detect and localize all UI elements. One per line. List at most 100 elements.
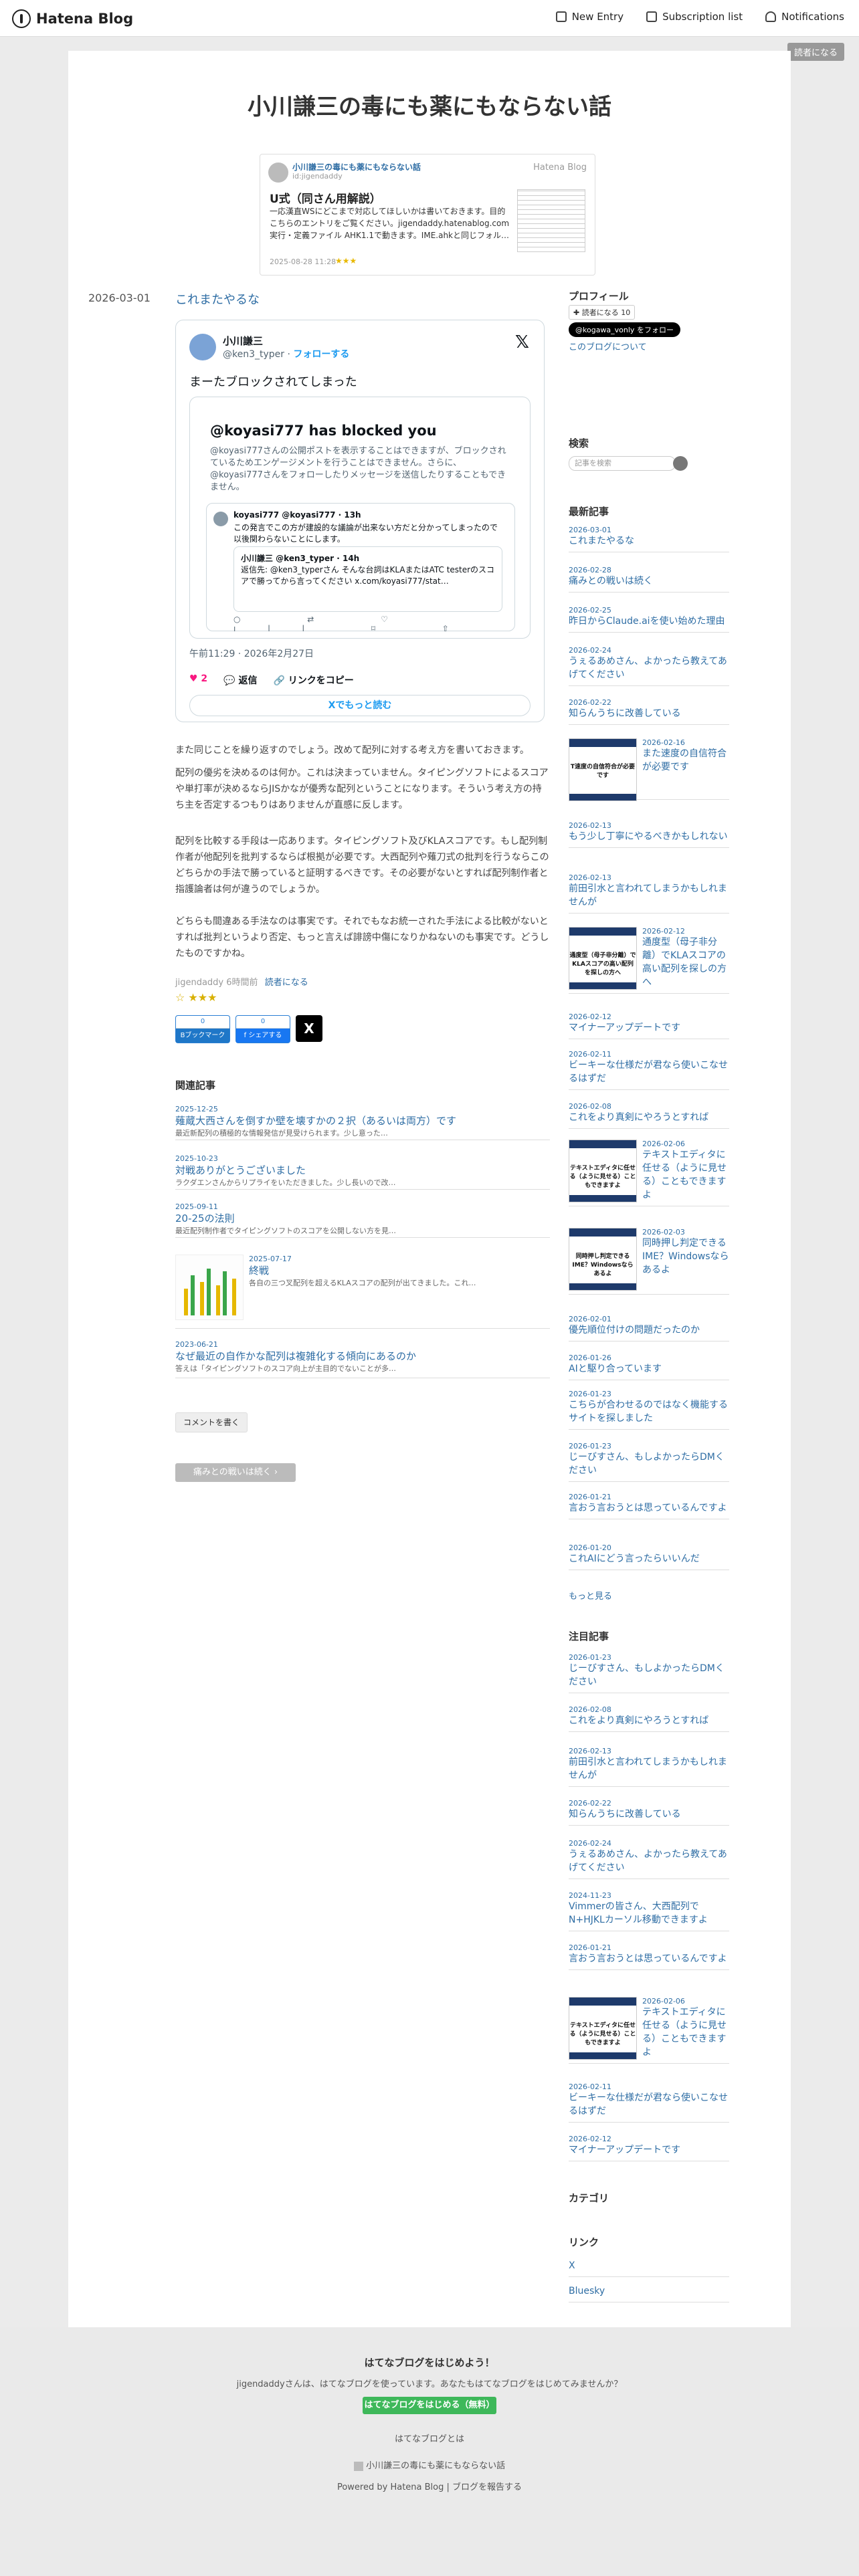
recent-item[interactable]: 2026-01-26 AIと駆り合っています	[569, 1354, 729, 1380]
recent-title[interactable]: AIと駆り合っています	[569, 1362, 729, 1376]
recent-title[interactable]: 通度型（母子非分離）でKLAスコアの高い配列を探しの方へ	[642, 936, 729, 989]
recent-item[interactable]: 2026-02-24 うぇるあめさん、よかったら教えてあげてください	[569, 646, 729, 686]
card-blog-name[interactable]: 小川謙三の毒にも薬にもならない話	[292, 161, 421, 173]
recent-title[interactable]: マイナーアップデートです	[569, 1021, 729, 1035]
recent-item[interactable]: 通度型（母子非分離）でKLAスコアの高い配列を探しの方へ 2026-02-12 通度…	[569, 927, 729, 994]
link-label[interactable]: Bluesky	[569, 2284, 729, 2298]
popular-title[interactable]: じーびすさん、もしよかったらDMください	[569, 1662, 729, 1689]
popular-item[interactable]: 2026-02-22 知らんうちに改善している	[569, 1799, 729, 1826]
recent-item[interactable]: 2026-01-21 言おう言おうとは思っているんですよ	[569, 1493, 729, 1519]
recent-item[interactable]: 2026-02-08 これをより真剣にやろうとすれば	[569, 1102, 729, 1129]
popular-item[interactable]: 2026-02-12 マイナーアップデートです	[569, 2135, 729, 2161]
popular-title[interactable]: ビーキーな仕様だが君なら使いこなせるはずだ	[569, 2091, 729, 2118]
read-more-on-x-button[interactable]: Xでもっと読む	[189, 695, 531, 716]
popular-item[interactable]: 2026-02-08 これをより真剣にやろうとすれば	[569, 1705, 729, 1732]
footer-blog-link[interactable]: 小川謙三の毒にも薬にもならない話	[0, 2458, 859, 2471]
recent-title[interactable]: ビーキーな仕様だが君なら使いこなせるはずだ	[569, 1059, 729, 1085]
blog-title[interactable]: 小川謙三の毒にも薬にもならない話	[68, 88, 791, 121]
hatena-bookmark-button[interactable]: 0 Bブックマーク	[175, 1015, 230, 1043]
recent-item[interactable]: 2026-02-13 もう少し丁寧にやるべきかもしれない	[569, 821, 729, 848]
author-link[interactable]: jigendaddy	[175, 978, 223, 988]
start-blog-button[interactable]: はてなブログをはじめる（無料）	[363, 2397, 496, 2414]
recent-title[interactable]: 痛みとの戦いは続く	[569, 574, 729, 588]
recent-item[interactable]: 2026-02-28 痛みとの戦いは続く	[569, 566, 729, 593]
star-buttons[interactable]: ☆ ★★★	[175, 991, 217, 1004]
link-bluesky[interactable]: Bluesky	[569, 2284, 729, 2302]
related-item[interactable]: 2025-09-11 20-25の法則 最近配列制作者でタイピングソフトのスコア…	[175, 1202, 550, 1238]
popular-item[interactable]: 2026-02-11 ビーキーな仕様だが君なら使いこなせるはずだ	[569, 2082, 729, 2123]
subscription-link[interactable]: Subscription list	[646, 11, 743, 23]
recent-item[interactable]: 2026-02-01 優先順位付けの問題だったのか	[569, 1315, 729, 1341]
recent-title[interactable]: 優先順位付けの問題だったのか	[569, 1323, 729, 1337]
popular-title[interactable]: Vimmerの皆さん、大西配列でN+HJKLカーソル移動できますよ	[569, 1900, 729, 1927]
recent-item[interactable]: 同時押し判定できるIME？Windowsならあるよ 2026-02-03 同時押し判…	[569, 1228, 729, 1295]
recent-title[interactable]: これAIにどう言ったらいいんだ	[569, 1552, 729, 1566]
related-item[interactable]: 2023-06-21 なぜ最近の自作かな配列は複雑化する傾向にあるのか 答えは「…	[175, 1340, 550, 1378]
popular-title[interactable]: マイナーアップデートです	[569, 2143, 729, 2157]
recent-title[interactable]: もう少し丁寧にやるべきかもしれない	[569, 830, 729, 843]
more-link[interactable]: もっと見る	[569, 1589, 612, 1602]
tweet-attached-image[interactable]: @koyasi777 has blocked you @koyasi777さんの…	[189, 397, 531, 639]
popular-item[interactable]: 2024-11-23 Vimmerの皆さん、大西配列でN+HJKLカーソル移動でき…	[569, 1891, 729, 1931]
related-title[interactable]: 薙蔵大西さんを倒すか壁を壊すかの２択（あるいは両方）です	[175, 1113, 550, 1128]
recent-item[interactable]: テキストエディタに任せる（ように見せる）こともできますよ 2026-02-06 テキ…	[569, 1140, 729, 1206]
recent-title[interactable]: これをより真剣にやろうとすれば	[569, 1111, 729, 1124]
recent-item[interactable]: 2026-02-12 マイナーアップデートです	[569, 1012, 729, 1039]
previous-post-button[interactable]: 痛みとの戦いは続く ›	[175, 1463, 296, 1482]
recent-title[interactable]: 前田引水と言われてしまうかもしれませんが	[569, 882, 729, 909]
reader-count-button[interactable]: ✚ 読者になる 10	[569, 305, 636, 320]
related-title[interactable]: 終戦	[249, 1263, 550, 1277]
recent-title[interactable]: じーびすさん、もしよかったらDMください	[569, 1451, 729, 1477]
facebook-share-button[interactable]: 0f シェアする	[235, 1015, 290, 1043]
related-item[interactable]: 2025-07-17 終戦 各自の三つ叉配列を超えるKLAスコアの配列が出てきま…	[175, 1255, 550, 1329]
recent-title[interactable]: こちらが合わせるのではなく機能するサイトを探しました	[569, 1398, 729, 1425]
related-title[interactable]: 20-25の法則	[175, 1211, 550, 1225]
reply-button[interactable]: 💬 返信	[223, 673, 257, 687]
copy-link-button[interactable]: 🔗 リンクをコピー	[273, 673, 353, 687]
recent-item[interactable]: 2026-01-20 これAIにどう言ったらいいんだ	[569, 1543, 729, 1570]
related-item[interactable]: 2025-12-25 薙蔵大西さんを倒すか壁を壊すかの２択（あるいは両方）です …	[175, 1105, 550, 1140]
notifications-link[interactable]: Notifications	[765, 11, 844, 23]
about-hatena-link[interactable]: はてなブログとは	[0, 2432, 859, 2444]
recent-item[interactable]: 2026-01-23 こちらが合わせるのではなく機能するサイトを探しました	[569, 1390, 729, 1430]
recent-item[interactable]: 2026-02-22 知らんうちに改善している	[569, 698, 729, 725]
related-title[interactable]: 対戦ありがとうございました	[175, 1163, 550, 1177]
like-button[interactable]: ♥ 2	[189, 673, 207, 687]
x-share-button[interactable]: X	[296, 1015, 322, 1042]
popular-item[interactable]: 2026-01-21 言おう言おうとは思っているんですよ	[569, 1943, 729, 1970]
embed-blog-card[interactable]: 小川謙三の毒にも薬にもならない話 id:jigendaddy Hatena Bl…	[260, 154, 595, 276]
follow-link[interactable]: フォローする	[293, 349, 349, 360]
recent-title[interactable]: 知らんうちに改善している	[569, 707, 729, 720]
tweet-timestamp[interactable]: 午前11:29 · 2026年2月27日	[189, 647, 314, 660]
recent-title[interactable]: テキストエディタに任せる（ように見せる）こともできますよ	[642, 1148, 729, 1202]
popular-item[interactable]: テキストエディタに任せる（ように見せる）こともできますよ 2026-02-06 テキ…	[569, 1997, 729, 2064]
recent-title[interactable]: 昨日からClaude.aiを使い始めた理由	[569, 615, 729, 628]
popular-title[interactable]: 前田引水と言われてしまうかもしれませんが	[569, 1755, 729, 1782]
recent-item[interactable]: 2026-02-25 昨日からClaude.aiを使い始めた理由	[569, 606, 729, 633]
popular-title[interactable]: これをより真剣にやろうとすれば	[569, 1714, 729, 1727]
search-icon[interactable]	[673, 456, 688, 471]
post-title[interactable]: これまたやるな	[175, 290, 260, 308]
card-heading[interactable]: U式（同さん用解説）	[270, 189, 381, 206]
recent-item[interactable]: 2026-01-23 じーびすさん、もしよかったらDMください	[569, 1442, 729, 1482]
related-title[interactable]: なぜ最近の自作かな配列は複雑化する傾向にあるのか	[175, 1349, 550, 1363]
post-age[interactable]: 6時間前	[226, 978, 258, 988]
popular-title[interactable]: 言おう言おうとは思っているんですよ	[569, 1952, 729, 1965]
hatena-blog-logo[interactable]: Hatena Blog	[12, 9, 133, 28]
recent-title[interactable]: これまたやるな	[569, 534, 729, 548]
recent-title[interactable]: うぇるあめさん、よかったら教えてあげてください	[569, 655, 729, 681]
popular-title[interactable]: 知らんうちに改善している	[569, 1808, 729, 1821]
tweet-author-name[interactable]: 小川謙三	[223, 334, 263, 348]
powered-by[interactable]: Powered by Hatena Blog | ブログを報告する	[0, 2480, 859, 2492]
recent-title[interactable]: 同時押し判定できるIME？Windowsならあるよ	[642, 1237, 729, 1277]
recent-title[interactable]: 言おう言おうとは思っているんですよ	[569, 1501, 729, 1515]
search-input[interactable]: 記事を検索	[569, 456, 676, 471]
embedded-tweet[interactable]: 小川謙三 @ken3_typer · フォローする 𝕏 まーたブロックされてしま…	[175, 320, 545, 722]
x-follow-button[interactable]: @kogawa_vonly をフォロー	[569, 322, 680, 337]
new-entry-link[interactable]: New Entry	[555, 11, 624, 23]
popular-item[interactable]: 2026-01-23 じーびすさん、もしよかったらDMください	[569, 1653, 729, 1693]
recent-item[interactable]: 2026-02-13 前田引水と言われてしまうかもしれませんが	[569, 873, 729, 914]
popular-title[interactable]: テキストエディタに任せる（ように見せる）こともできますよ	[642, 2006, 729, 2059]
subscribe-reader-button[interactable]: 読者になる	[787, 43, 844, 61]
popular-item[interactable]: 2026-02-24 うぇるあめさん、よかったら教えてあげてください	[569, 1839, 729, 1879]
